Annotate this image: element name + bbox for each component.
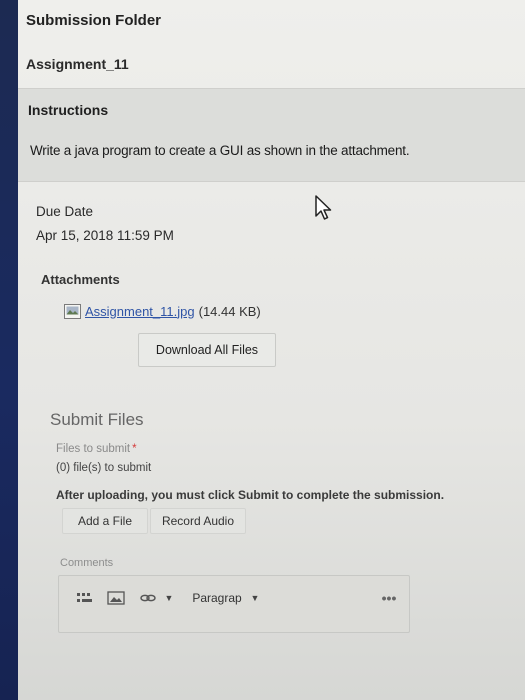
files-to-submit-text: Files to submit bbox=[56, 443, 131, 455]
comments-label: Comments bbox=[60, 557, 114, 569]
insert-link-icon[interactable] bbox=[137, 589, 159, 607]
paragraph-style-select[interactable]: Paragrap bbox=[185, 589, 249, 607]
upload-note: After uploading, you must click Submit t… bbox=[56, 488, 445, 502]
image-file-icon bbox=[64, 303, 81, 319]
page-title: Submission Folder bbox=[26, 12, 162, 29]
paragraph-chevron-down-icon[interactable]: ▼ bbox=[249, 589, 261, 607]
insert-image-icon[interactable] bbox=[105, 589, 127, 607]
assignment-title: Assignment_11 bbox=[26, 56, 129, 72]
add-a-file-button[interactable]: Add a File bbox=[62, 508, 148, 534]
instructions-panel: Instructions Write a java program to cre… bbox=[18, 88, 525, 182]
insert-stuff-icon[interactable] bbox=[73, 589, 97, 607]
files-to-submit-label: Files to submit * bbox=[56, 443, 137, 455]
due-date-value: Apr 15, 2018 11:59 PM bbox=[36, 228, 174, 243]
attachment-item: Assignment_11.jpg (14.44 KB) bbox=[64, 302, 261, 320]
left-navigation-bar bbox=[0, 0, 18, 700]
submit-files-heading: Submit Files bbox=[50, 410, 144, 429]
instructions-text: Write a java program to create a GUI as … bbox=[30, 143, 410, 158]
files-count-text: (0) file(s) to submit bbox=[56, 462, 152, 474]
instructions-heading: Instructions bbox=[28, 102, 109, 118]
insert-dropdown-chevron-down-icon[interactable]: ▼ bbox=[163, 589, 175, 607]
attachment-file-link[interactable]: Assignment_11.jpg bbox=[85, 304, 195, 319]
required-marker: * bbox=[132, 443, 137, 455]
record-audio-button[interactable]: Record Audio bbox=[150, 508, 246, 534]
attachment-file-size: (14.44 KB) bbox=[198, 303, 261, 319]
mouse-pointer-icon bbox=[315, 195, 332, 220]
submission-page: Submission Folder Assignment_11 Instruct… bbox=[18, 0, 525, 700]
attachments-label: Attachments bbox=[41, 272, 120, 287]
download-all-files-button[interactable]: Download All Files bbox=[138, 333, 276, 367]
comments-editor-toolbar: ▼ Paragrap ▼ ••• bbox=[58, 575, 410, 633]
more-options-button[interactable]: ••• bbox=[377, 589, 401, 607]
due-date-label: Due Date bbox=[36, 204, 94, 219]
